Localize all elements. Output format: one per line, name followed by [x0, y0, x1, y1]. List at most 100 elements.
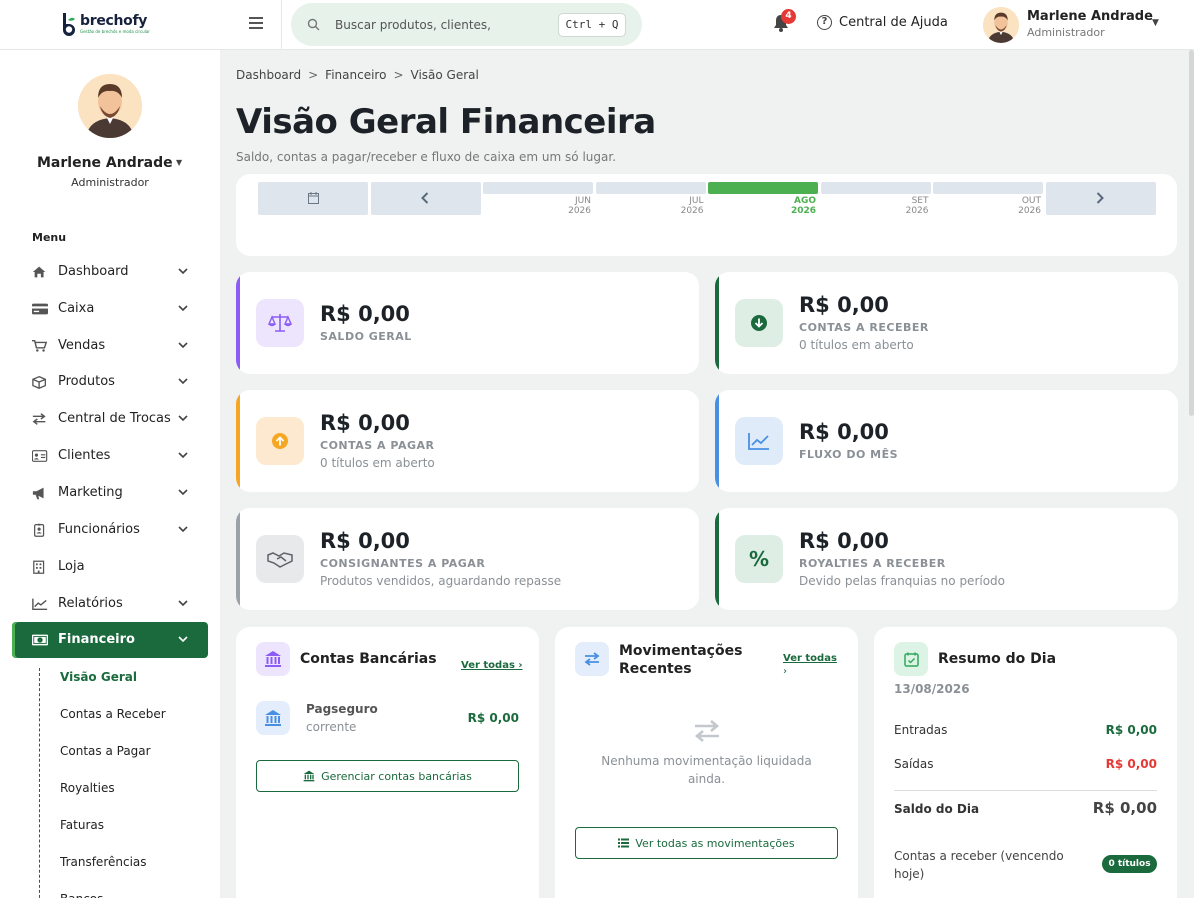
avatar	[983, 7, 1019, 43]
card-title: Resumo do Dia	[938, 651, 1057, 667]
card-title-line: Recentes	[619, 661, 692, 677]
sidebar-item-marketing[interactable]: Marketing	[12, 475, 208, 511]
saldo-dia-value: R$ 0,00	[1092, 799, 1157, 817]
bank-account-type: corrente	[306, 720, 357, 734]
accent-bar	[236, 508, 240, 610]
stat-card-contas-pagar: R$ 0,00 CONTAS A PAGAR 0 títulos em aber…	[236, 390, 699, 492]
link-label: Ver todas	[783, 653, 837, 664]
empty-state-message: Nenhuma movimentação liquidada ainda.	[555, 752, 858, 788]
sidebar: Marlene Andrade ▼ Administrador Menu Das…	[0, 50, 220, 898]
divider	[894, 790, 1157, 791]
sidebar-item-dashboard[interactable]: Dashboard	[12, 254, 208, 290]
submenu-item[interactable]: Bancos	[60, 892, 103, 898]
submenu-item[interactable]: Royalties	[60, 781, 115, 795]
sidebar-user-name[interactable]: Marlene Andrade	[37, 155, 173, 171]
view-all-bank-accounts-link[interactable]: Ver todas ›	[461, 660, 523, 671]
next-period-button[interactable]	[1046, 182, 1156, 215]
menu-toggle-button[interactable]	[249, 17, 263, 29]
period-selector: JUN 2026 JUL 2026 AGO 2026 SET 2026 OUT 2026	[236, 174, 1177, 256]
sidebar-item-produtos[interactable]: Produtos	[12, 364, 208, 400]
sidebar-item-financeiro[interactable]: Financeiro	[12, 622, 208, 658]
calendar-icon	[308, 192, 319, 204]
view-all-movements-button[interactable]: Ver todas as movimentações	[575, 827, 838, 859]
sidebar-item-clientes[interactable]: Clientes	[12, 438, 208, 474]
logo-mark-icon	[63, 13, 75, 36]
search-shortcut: Ctrl + Q	[558, 13, 626, 37]
chevron-right-icon[interactable]: ›	[783, 666, 787, 677]
submenu-item[interactable]: Transferências	[60, 855, 147, 869]
month-indicator	[483, 182, 593, 194]
month-indicator	[595, 182, 706, 194]
user-menu[interactable]: Marlene Andrade Administrador ▼	[983, 5, 1159, 45]
badge-icon	[34, 523, 45, 537]
accent-bar	[715, 508, 719, 610]
divider	[281, 0, 282, 50]
stat-card-contas-receber: R$ 0,00 CONTAS A RECEBER 0 títulos em ab…	[715, 272, 1178, 374]
cart-icon	[32, 339, 48, 352]
submenu-item[interactable]: Visão Geral	[60, 670, 137, 684]
sidebar-item-central-de-trocas[interactable]: Central de Trocas	[12, 401, 208, 437]
month-option[interactable]: SET 2026	[820, 182, 931, 216]
brand-text: brechofy Gestão de brechós e moda circul…	[80, 14, 150, 34]
empty-state-line: Nenhuma movimentação liquidada	[601, 754, 812, 768]
month-option[interactable]: OUT 2026	[933, 182, 1043, 216]
card-title-line: Movimentações	[619, 643, 743, 659]
sidebar-item-label: Marketing	[58, 485, 123, 500]
stat-label: SALDO GERAL	[320, 330, 412, 343]
hamburger-icon	[249, 17, 263, 19]
caret-down-icon[interactable]: ▼	[176, 158, 182, 167]
submenu-item[interactable]: Faturas	[60, 818, 104, 832]
month-year: 2026	[905, 206, 929, 216]
scale-icon	[256, 299, 304, 347]
megaphone-icon	[32, 487, 44, 500]
button-label: Gerenciar contas bancárias	[321, 769, 472, 783]
month-label: JUN	[575, 196, 591, 206]
brand-logo[interactable]: brechofy Gestão de brechós e moda circul…	[60, 12, 150, 36]
home-icon	[32, 266, 46, 278]
saldo-dia-label: Saldo do Dia	[894, 802, 980, 816]
sidebar-item-label: Dashboard	[58, 264, 129, 279]
scrollbar[interactable]	[1189, 50, 1194, 416]
sidebar-item-label: Loja	[58, 559, 85, 574]
sidebar-item-loja[interactable]: Loja	[12, 549, 208, 585]
view-all-movements-link[interactable]: Ver todas	[783, 653, 837, 664]
stat-card-royalties: % R$ 0,00 ROYALTIES A RECEBER Devido pel…	[715, 508, 1178, 610]
sidebar-item-vendas[interactable]: Vendas	[12, 328, 208, 364]
month-option[interactable]: AGO 2026	[708, 182, 818, 216]
brand-name: brechofy	[80, 13, 148, 29]
accent-bar	[236, 390, 240, 492]
bank-account-balance: R$ 0,00	[467, 711, 519, 725]
month-option[interactable]: JUL 2026	[595, 182, 706, 216]
sidebar-item-label: Central de Trocas	[58, 411, 171, 426]
help-center-link[interactable]: ? Central de Ajuda	[817, 15, 948, 30]
search-input[interactable]	[335, 14, 535, 36]
hamburger-icon	[249, 27, 263, 29]
sidebar-item-relatorios[interactable]: Relatórios	[12, 586, 208, 622]
sidebar-item-caixa[interactable]: Caixa	[12, 291, 208, 327]
building-icon	[33, 560, 45, 574]
caret-down-icon: ▼	[1152, 18, 1159, 28]
label-line: Contas a receber (vencendo	[894, 849, 1064, 863]
previous-period-button[interactable]	[371, 182, 481, 215]
brand-tagline: Gestão de brechós e moda circular	[80, 29, 150, 34]
chevron-right-icon	[1096, 192, 1104, 204]
submenu-item[interactable]: Contas a Receber	[60, 707, 166, 721]
user-name: Marlene Andrade	[1027, 9, 1153, 24]
bank-account-name[interactable]: Pagseguro	[306, 702, 378, 716]
sidebar-item-label: Funcionários	[58, 522, 140, 537]
calendar-button[interactable]	[258, 182, 368, 215]
submenu-item[interactable]: Contas a Pagar	[60, 744, 151, 758]
breadcrumb-item[interactable]: Dashboard	[236, 68, 301, 82]
breadcrumb-item[interactable]: Financeiro	[325, 68, 386, 82]
saidas-value: R$ 0,00	[1105, 757, 1157, 771]
month-option[interactable]: JUN 2026	[483, 182, 593, 216]
sidebar-item-label: Vendas	[58, 338, 106, 353]
manage-bank-accounts-button[interactable]: Gerenciar contas bancárias	[256, 760, 519, 792]
chevron-down-icon	[178, 415, 188, 422]
avatar-illustration-icon	[983, 7, 1019, 43]
arrow-up-circle-icon	[256, 417, 304, 465]
stat-label: CONSIGNANTES A PAGAR	[320, 557, 486, 570]
sidebar-avatar[interactable]	[78, 74, 142, 138]
sidebar-item-funcionarios[interactable]: Funcionários	[12, 512, 208, 548]
breadcrumb: Dashboard > Financeiro > Visão Geral	[236, 68, 479, 82]
